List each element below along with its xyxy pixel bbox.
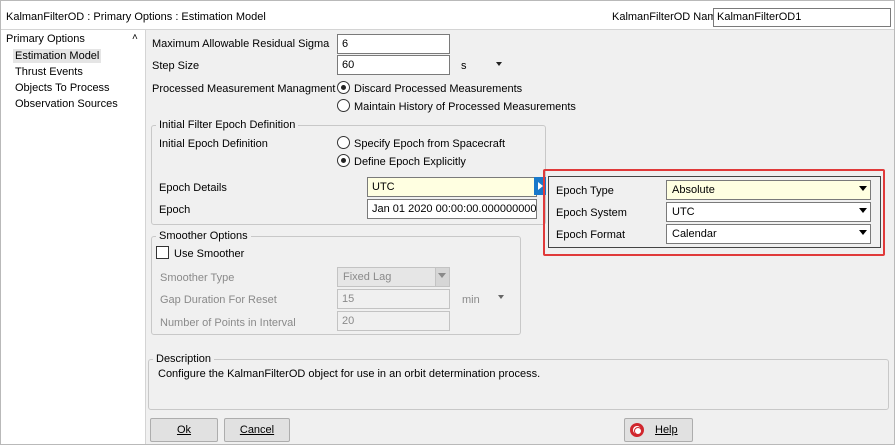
gap-duration-input[interactable]: 15 — [337, 289, 450, 309]
collapse-icon[interactable]: ˄ — [132, 32, 138, 43]
use-smoother-label[interactable]: Use Smoother — [174, 248, 244, 260]
sidebar-item-objects-to-process[interactable]: Objects To Process — [13, 81, 112, 95]
lifebuoy-icon — [630, 423, 644, 437]
highlight-box — [543, 169, 885, 256]
step-size-input[interactable]: 60 — [337, 55, 450, 75]
initial-epoch-group-title: Initial Filter Epoch Definition — [156, 119, 299, 131]
description-group — [148, 359, 889, 410]
smoother-type-label: Smoother Type — [160, 272, 235, 284]
step-size-label: Step Size — [152, 60, 200, 72]
points-in-interval-label: Number of Points in Interval — [160, 317, 296, 329]
chevron-down-icon[interactable] — [498, 295, 504, 299]
radio-epoch-from-spacecraft-label[interactable]: Specify Epoch from Spacecraft — [354, 138, 505, 150]
sidebar-item-thrust-events[interactable]: Thrust Events — [13, 65, 85, 79]
window-title: KalmanFilterOD : Primary Options : Estim… — [6, 11, 266, 23]
sidebar-item-observation-sources[interactable]: Observation Sources — [13, 97, 120, 111]
help-button-label: Help — [655, 424, 678, 436]
ok-button-label: Ok — [176, 424, 192, 436]
radio-discard-processed[interactable] — [337, 81, 350, 94]
smoother-type-select[interactable]: Fixed Lag — [337, 267, 450, 287]
use-smoother-checkbox[interactable] — [156, 246, 169, 259]
processed-measurement-label: Processed Measurement Managment — [152, 83, 336, 95]
gap-duration-label: Gap Duration For Reset — [160, 294, 277, 306]
smoother-group-title: Smoother Options — [156, 230, 251, 242]
sidebar-root-primary-options[interactable]: Primary Options — [6, 33, 85, 45]
radio-maintain-history-label[interactable]: Maintain History of Processed Measuremen… — [354, 101, 576, 113]
epoch-input[interactable]: Jan 01 2020 00:00:00.000000000 — [367, 199, 537, 219]
epoch-label: Epoch — [159, 204, 191, 216]
max-residual-input[interactable]: 6 — [337, 34, 450, 54]
radio-epoch-from-spacecraft[interactable] — [337, 136, 350, 149]
description-text: Configure the KalmanFilterOD object for … — [158, 368, 541, 380]
window: KalmanFilterOD : Primary Options : Estim… — [0, 0, 895, 445]
ok-button[interactable]: Ok — [150, 418, 218, 442]
points-in-interval-input[interactable]: 20 — [337, 311, 450, 331]
gap-duration-unit[interactable]: min — [462, 294, 480, 306]
radio-discard-processed-label[interactable]: Discard Processed Measurements — [354, 83, 522, 95]
chevron-down-icon — [438, 273, 446, 278]
object-name-input[interactable]: KalmanFilterOD1 — [713, 8, 891, 27]
step-size-unit[interactable]: s — [461, 60, 467, 72]
max-residual-label: Maximum Allowable Residual Sigma — [152, 38, 330, 50]
object-name-label: KalmanFilterOD Name — [612, 11, 723, 23]
chevron-down-icon[interactable] — [496, 62, 502, 66]
sidebar: Primary Options ˄ Estimation Model Thrus… — [1, 30, 146, 444]
sidebar-item-estimation-model[interactable]: Estimation Model — [13, 49, 102, 63]
cancel-button[interactable]: Cancel — [224, 418, 290, 442]
radio-epoch-explicit[interactable] — [337, 154, 350, 167]
radio-maintain-history[interactable] — [337, 99, 350, 112]
help-button[interactable]: Help — [624, 418, 693, 442]
epoch-details-input[interactable]: UTC — [367, 177, 537, 197]
radio-epoch-explicit-label[interactable]: Define Epoch Explicitly — [354, 156, 466, 168]
epoch-details-label: Epoch Details — [159, 182, 227, 194]
title-bar: KalmanFilterOD : Primary Options : Estim… — [1, 1, 894, 30]
initial-epoch-definition-label: Initial Epoch Definition — [159, 138, 268, 150]
smoother-type-value: Fixed Lag — [343, 271, 392, 283]
description-title: Description — [153, 353, 215, 365]
cancel-button-label: Cancel — [239, 424, 275, 436]
